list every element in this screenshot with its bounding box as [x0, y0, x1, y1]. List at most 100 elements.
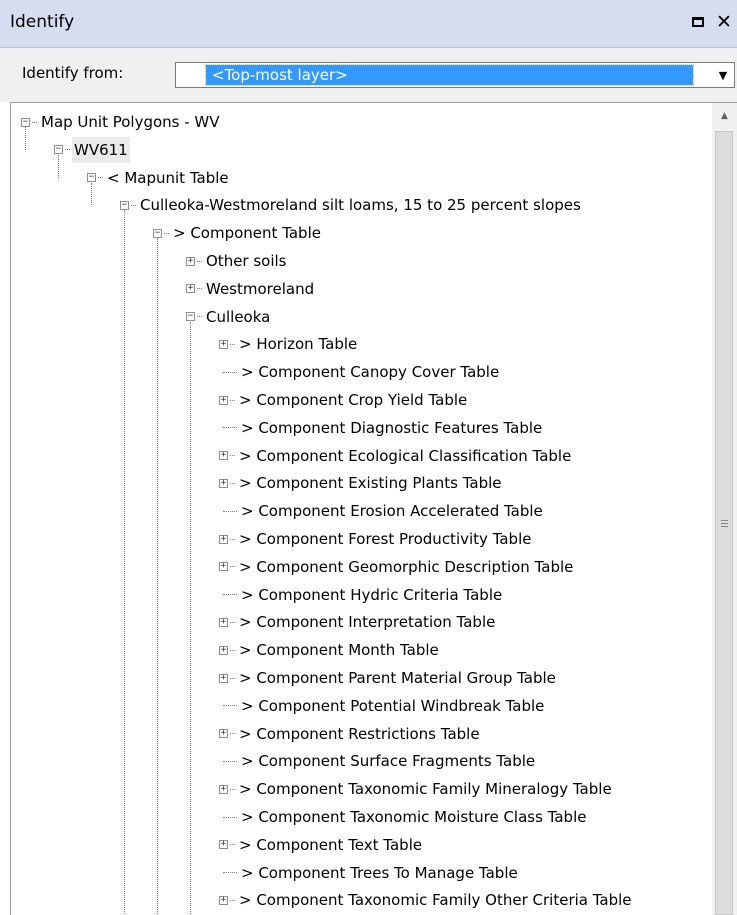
close-icon[interactable]: ✕ — [714, 11, 734, 33]
expand-icon[interactable]: + — [219, 339, 228, 349]
tree-node[interactable]: − Culleoka — [186, 304, 272, 330]
tree-node[interactable]: − < Mapunit Table — [87, 165, 231, 191]
tree-node[interactable]: + > Component Existing Plants Table — [219, 470, 504, 496]
collapse-icon[interactable]: − — [120, 200, 129, 210]
expand-icon[interactable]: + — [186, 256, 195, 266]
tree-node-label: > Component Interpretation Table — [239, 613, 496, 632]
scroll-up-icon[interactable]: ▲ — [712, 107, 737, 125]
tree-node[interactable]: − Culleoka-Westmoreland silt loams, 15 to… — [120, 192, 583, 218]
tree-connector-line — [230, 788, 235, 790]
expand-icon[interactable]: + — [219, 534, 228, 544]
collapse-icon[interactable]: − — [87, 173, 96, 183]
tree-connector-line — [131, 204, 136, 206]
tree-node[interactable]: + Westmoreland — [186, 276, 316, 302]
expand-icon[interactable]: + — [219, 729, 228, 739]
identify-from-dropdown[interactable]: <Top-most layer> ▼ — [175, 62, 735, 88]
collapse-icon[interactable]: − — [186, 312, 195, 322]
grip-icon — [720, 519, 728, 527]
tree-connector-line — [197, 316, 202, 318]
tree-connector-line — [65, 149, 70, 151]
identify-from-label: Identify from: — [22, 64, 124, 82]
tree-node[interactable]: + > Component Month Table — [219, 637, 441, 663]
vertical-scrollbar[interactable]: ▲ — [712, 103, 737, 915]
tree-node[interactable]: > Component Surface Fragments Table — [219, 748, 537, 774]
tree-node-label: > Component Text Table — [239, 835, 423, 854]
tree-node[interactable]: > Component Erosion Accelerated Table — [219, 498, 545, 524]
tree-node-label: > Component Potential Windbreak Table — [241, 696, 545, 715]
tree-connector-line — [223, 594, 237, 596]
tree-node-label: > Component Hydric Criteria Table — [241, 585, 503, 604]
expand-icon[interactable]: + — [219, 562, 228, 572]
tree-node-label: > Component Existing Plants Table — [239, 474, 502, 493]
expand-icon[interactable]: + — [219, 395, 228, 405]
tree-node[interactable]: + > Component Geomorphic Description Tabl… — [219, 554, 575, 580]
tree-node-label: > Component Taxonomic Moisture Class Tab… — [241, 808, 587, 826]
tree-node-label: > Component Surface Fragments Table — [241, 752, 536, 771]
chevron-down-icon[interactable]: ▼ — [713, 64, 733, 86]
tree-connector-line — [230, 538, 235, 540]
tree-node[interactable]: > Component Canopy Cover Table — [219, 359, 501, 385]
tree-node-label: > Component Geomorphic Description Table — [239, 557, 574, 576]
tree-node[interactable]: + > Component Parent Material Group Table — [219, 665, 558, 691]
tree-node[interactable]: + > Component Taxonomic Family Other Crit… — [219, 887, 634, 913]
tree-node[interactable]: + > Component Forest Productivity Table — [219, 526, 533, 552]
tree-node[interactable]: + > Component Text Table — [219, 832, 424, 858]
tree-connector-line — [230, 399, 235, 401]
tree-node-label: > Component Restrictions Table — [239, 724, 480, 743]
expand-icon[interactable]: + — [219, 451, 228, 461]
tree-connector-line — [190, 321, 191, 915]
tree-node-label: Map Unit Polygons - WV — [41, 113, 220, 131]
collapse-icon[interactable]: − — [153, 228, 162, 238]
tree-node[interactable]: > Component Taxonomic Moisture Class Tab… — [219, 804, 588, 830]
tree-connector-line — [223, 816, 237, 818]
tree-connector-line — [164, 232, 169, 234]
identify-from-selected-value: <Top-most layer> — [205, 64, 694, 86]
tree-node[interactable]: > Component Trees To Manage Table — [219, 860, 520, 886]
tree-node[interactable]: − WV611 — [54, 136, 130, 163]
tree-node-label: Other soils — [206, 252, 287, 270]
tree-connector-line — [223, 705, 237, 707]
tree-connector-line — [223, 427, 237, 429]
tree-node-label: > Component Diagnostic Features Table — [241, 418, 543, 437]
tree-node[interactable]: + > Component Crop Yield Table — [219, 387, 469, 413]
tree-connector-line — [223, 510, 237, 512]
tree-node-label: WV611 — [72, 136, 130, 163]
collapse-icon[interactable]: − — [21, 117, 30, 127]
scroll-thumb[interactable] — [715, 131, 733, 915]
tree-connector-line — [230, 482, 235, 484]
tree-node-label: > Component Taxonomic Family Other Crite… — [239, 891, 632, 910]
window-title: Identify — [10, 12, 75, 32]
tree-connector-line — [223, 760, 237, 762]
tree-connector-line — [230, 733, 235, 735]
tree-node-label: > Component Taxonomic Family Mineralogy … — [239, 780, 612, 799]
restore-icon[interactable] — [688, 11, 708, 33]
collapse-icon[interactable]: − — [54, 145, 63, 155]
expand-icon[interactable]: + — [219, 645, 228, 655]
tree-node-label: > Component Erosion Accelerated Table — [241, 502, 543, 521]
expand-icon[interactable]: + — [186, 284, 195, 294]
tree-node-label: Westmoreland — [206, 279, 315, 298]
tree-node[interactable]: > Component Diagnostic Features Table — [219, 415, 544, 441]
tree-node[interactable]: − Map Unit Polygons - WV — [21, 109, 222, 135]
tree-node[interactable]: + > Component Restrictions Table — [219, 721, 482, 747]
tree-node[interactable]: + > Component Taxonomic Family Mineralogy… — [219, 776, 614, 802]
tree-node-label: > Component Ecological Classification Ta… — [239, 446, 572, 465]
expand-icon[interactable]: + — [219, 617, 228, 627]
expand-icon[interactable]: + — [219, 895, 228, 905]
expand-icon[interactable]: + — [219, 784, 228, 794]
expand-icon[interactable]: + — [219, 673, 228, 683]
tree-node[interactable]: > Component Potential Windbreak Table — [219, 693, 546, 719]
tree-node[interactable]: + > Component Ecological Classification T… — [219, 443, 573, 469]
expand-icon[interactable]: + — [219, 840, 228, 850]
tree-node[interactable]: + > Component Interpretation Table — [219, 609, 497, 635]
tree-node-label: > Component Trees To Manage Table — [241, 863, 518, 882]
expand-icon[interactable]: + — [219, 478, 228, 488]
tree-connector-line — [32, 121, 37, 123]
tree-node[interactable]: > Component Hydric Criteria Table — [219, 582, 504, 608]
title-bar: Identify ✕ — [0, 0, 737, 48]
tree-node-label: Culleoka-Westmoreland silt loams, 15 to … — [140, 196, 581, 215]
tree-node[interactable]: + > Horizon Table — [219, 331, 359, 357]
tree-node-label: > Component Canopy Cover Table — [241, 363, 500, 382]
tree-node[interactable]: + Other soils — [186, 248, 289, 274]
tree-node[interactable]: − > Component Table — [153, 220, 323, 246]
